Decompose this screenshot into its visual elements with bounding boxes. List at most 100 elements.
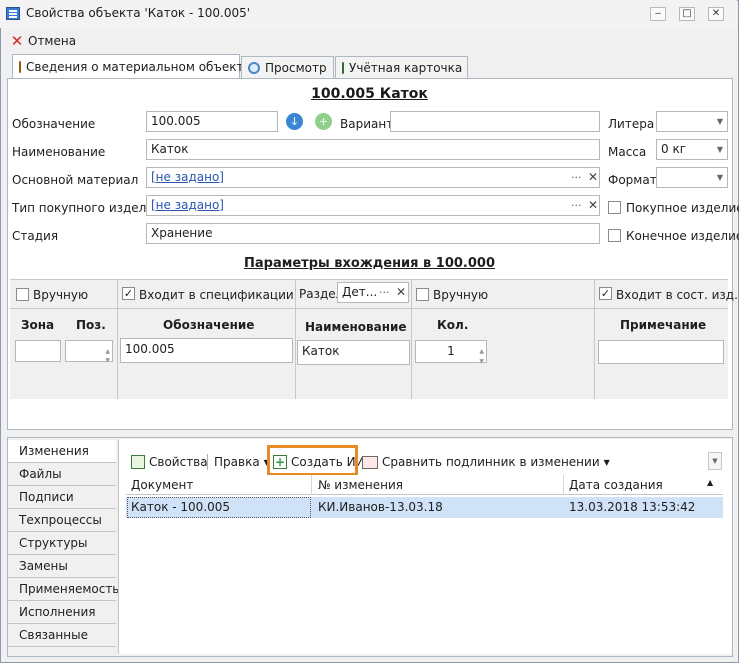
litera-select[interactable]: ▼ xyxy=(656,111,728,132)
maximize-button[interactable]: □ xyxy=(679,7,695,21)
entry-name-field[interactable]: Каток xyxy=(297,340,410,365)
col-created-date[interactable]: Дата создания xyxy=(569,478,663,492)
vtab-replacements[interactable]: Замены xyxy=(8,555,116,578)
qty-field[interactable]: 1 ▲ ▼ xyxy=(415,340,487,365)
in-comp-label: Входит в сост. изд. xyxy=(616,288,738,302)
format-select[interactable]: ▼ xyxy=(656,167,728,188)
cell-change-number[interactable]: КИ.Иванов-13.03.18 xyxy=(318,500,443,514)
card-icon xyxy=(342,61,344,74)
vtab-related[interactable]: Связанные xyxy=(8,624,116,647)
tab-account-card[interactable]: Учётная карточка xyxy=(335,56,468,78)
col-designation: Обозначение xyxy=(163,318,255,332)
litera-label: Литера xyxy=(608,117,655,131)
tab-label: Учётная карточка xyxy=(349,60,463,75)
toolbar-overflow-button[interactable]: ▼ xyxy=(708,452,722,470)
properties-button[interactable]: Свойства xyxy=(131,452,208,472)
entry-designation-field[interactable]: 100.005 xyxy=(120,338,293,363)
manual-label: Вручную xyxy=(33,288,89,302)
add-icon[interactable]: + xyxy=(315,113,332,130)
material-field[interactable]: [не задано] ··· ✕ xyxy=(146,167,600,188)
edit-menu-button[interactable]: Правка ▼ xyxy=(214,452,270,472)
close-button[interactable]: ✕ xyxy=(708,7,724,21)
zone-field[interactable] xyxy=(15,340,61,362)
grid-divider xyxy=(411,279,412,399)
cell-created-date[interactable]: 13.03.2018 13:53:42 xyxy=(569,500,695,514)
column-divider xyxy=(563,475,564,495)
vtab-signatures[interactable]: Подписи xyxy=(8,486,116,509)
minimize-button[interactable]: ‒ xyxy=(650,7,666,21)
col-pos: Поз. xyxy=(76,318,106,332)
chevron-down-icon: ▼ xyxy=(716,117,723,126)
in-spec-label: Входит в спецификации xyxy=(139,288,294,302)
tab-label: Сведения о материальном объекте xyxy=(26,60,251,74)
material-link[interactable]: [не задано] xyxy=(151,170,224,184)
note-field[interactable] xyxy=(598,340,724,364)
app-icon xyxy=(6,7,20,20)
col-document[interactable]: Документ xyxy=(131,478,193,492)
vtab-usage[interactable]: Применяемость xyxy=(8,578,119,601)
vtab-versions[interactable]: Исполнения xyxy=(8,601,116,624)
vtab-changes[interactable]: Изменения xyxy=(8,440,116,463)
purchased-type-field[interactable]: [не задано] ··· ✕ xyxy=(146,195,600,216)
cancel-button[interactable]: ✕ Отмена xyxy=(10,32,76,50)
clear-icon[interactable]: ✕ xyxy=(588,168,598,187)
object-info-icon xyxy=(19,61,21,73)
purchased-type-link[interactable]: [не задано] xyxy=(151,198,224,212)
final-item-checkbox[interactable] xyxy=(608,229,621,242)
variant-field[interactable] xyxy=(390,111,600,132)
chevron-down-icon: ▼ xyxy=(716,173,723,182)
toolbar-separator xyxy=(207,454,208,470)
arrow-down-icon[interactable]: ↓ xyxy=(286,113,303,130)
tab-preview[interactable]: Просмотр xyxy=(241,56,334,78)
in-spec-checkbox[interactable]: ✓ xyxy=(122,287,135,300)
vtab-techprocesses[interactable]: Техпроцессы xyxy=(8,509,116,532)
vtab-files[interactable]: Файлы xyxy=(8,463,116,486)
section-field[interactable]: Дет... ··· ✕ xyxy=(337,282,409,303)
cell-document[interactable]: Каток - 100.005 xyxy=(131,500,230,514)
object-heading: 100.005 Каток xyxy=(311,86,428,102)
grid-divider xyxy=(594,279,595,399)
mass-select[interactable]: 0 кг ▼ xyxy=(656,139,728,160)
in-comp-checkbox[interactable]: ✓ xyxy=(599,287,612,300)
tab-object-info[interactable]: Сведения о материальном объекте xyxy=(12,54,251,79)
stage-field[interactable]: Хранение xyxy=(146,223,600,244)
grid-divider xyxy=(295,279,296,399)
name-field[interactable]: Каток xyxy=(146,139,600,160)
edit-icon xyxy=(131,455,145,469)
qty-value: 1 xyxy=(447,344,455,358)
purchased-item-checkbox[interactable] xyxy=(608,201,621,214)
name-label: Наименование xyxy=(12,145,106,159)
col-zone: Зона xyxy=(21,318,55,332)
search-icon xyxy=(248,61,260,74)
grid-divider xyxy=(117,279,118,399)
ellipsis-icon[interactable]: ··· xyxy=(379,283,390,302)
main-toolbar xyxy=(1,28,738,52)
purchased-item-label: Покупное изделие xyxy=(626,201,739,215)
vtab-structures[interactable]: Структуры xyxy=(8,532,116,555)
variant-label: Вариант xyxy=(340,117,394,131)
manual2-checkbox[interactable] xyxy=(416,288,429,301)
column-divider xyxy=(311,475,312,495)
pos-field[interactable]: ▲ ▼ xyxy=(65,340,113,364)
compare-button[interactable]: Сравнить подлинник в изменении ▼ xyxy=(362,452,610,472)
col-name: Наименование xyxy=(305,320,407,334)
properties-label: Свойства xyxy=(149,455,208,469)
chevron-down-icon: ▼ xyxy=(603,457,610,467)
clear-icon[interactable]: ✕ xyxy=(588,196,598,215)
spin-down-icon[interactable]: ▼ xyxy=(479,352,484,372)
cancel-icon: ✕ xyxy=(10,32,24,50)
final-item-label: Конечное изделие xyxy=(626,229,739,243)
manual2-label: Вручную xyxy=(433,288,489,302)
manual-checkbox[interactable] xyxy=(16,288,29,301)
col-change-number[interactable]: № изменения xyxy=(318,478,403,492)
ellipsis-icon[interactable]: ··· xyxy=(571,196,582,215)
spin-down-icon[interactable]: ▼ xyxy=(105,351,110,371)
params-heading: Параметры вхождения в 100.000 xyxy=(243,256,496,271)
window-title: Свойства объекта 'Каток - 100.005' xyxy=(26,6,251,20)
designation-field[interactable]: 100.005 xyxy=(146,111,278,132)
ellipsis-icon[interactable]: ··· xyxy=(571,168,582,187)
format-label: Формат xyxy=(608,173,657,187)
clear-icon[interactable]: ✕ xyxy=(396,283,406,302)
col-note: Примечание xyxy=(620,318,707,332)
sort-asc-icon[interactable]: ▲ xyxy=(707,478,713,487)
